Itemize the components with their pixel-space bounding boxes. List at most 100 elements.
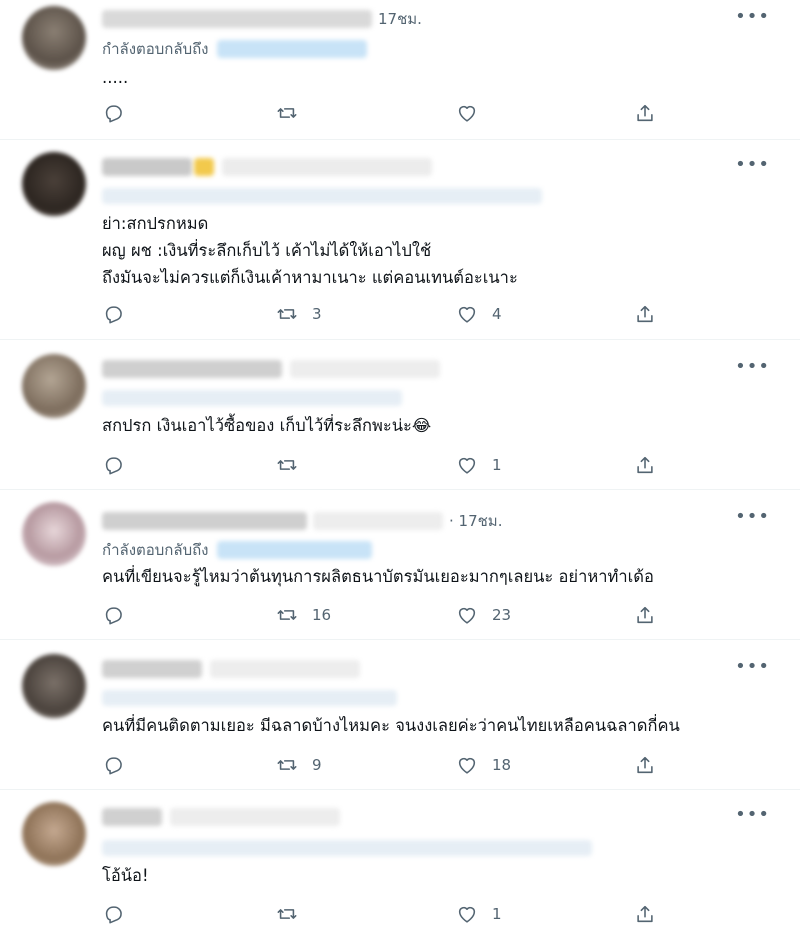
more-options-icon[interactable]: ••• <box>735 506 770 527</box>
share-button[interactable] <box>634 601 656 629</box>
mention-link-blurred[interactable] <box>216 541 372 559</box>
like-icon <box>458 457 476 474</box>
reply-button[interactable] <box>102 451 124 479</box>
mention-link-blurred[interactable] <box>216 40 367 58</box>
tweet-timestamp[interactable]: · 17ชม. <box>449 509 502 533</box>
share-button[interactable] <box>634 900 656 928</box>
author-name-blurred[interactable] <box>102 360 282 378</box>
avatar[interactable] <box>22 802 86 866</box>
author-name-blurred[interactable] <box>102 808 162 826</box>
like-icon <box>458 607 476 624</box>
retweet-count: 16 <box>312 606 332 624</box>
share-icon <box>637 104 653 122</box>
retweet-button[interactable] <box>276 99 298 127</box>
author-handle-blurred <box>313 512 443 530</box>
tweet-actions: 16 23 <box>102 601 662 629</box>
retweet-button[interactable]: 16 <box>276 601 331 629</box>
tweet-header <box>102 156 432 178</box>
replying-to: กำลังตอบกลับถึง <box>102 538 372 562</box>
retweet-icon <box>277 108 297 118</box>
more-options-icon[interactable]: ••• <box>735 656 770 677</box>
reply-button[interactable] <box>102 751 124 779</box>
reply-button[interactable] <box>102 300 124 328</box>
like-button[interactable]: 18 <box>456 751 511 779</box>
more-options-icon[interactable]: ••• <box>735 6 770 27</box>
more-options-icon[interactable]: ••• <box>735 154 770 175</box>
tweet-text: โอ้น้อ! <box>102 866 149 885</box>
tweet-actions: 1 <box>102 451 662 479</box>
more-options-icon[interactable]: ••• <box>735 356 770 377</box>
tweet-timestamp[interactable]: 17ชม. <box>378 7 422 31</box>
reply-context-blurred[interactable] <box>102 840 592 856</box>
like-count: 4 <box>492 305 502 323</box>
tweet-3[interactable]: ••• สกปรก เงินเอาไว้ซื้อของ เก็บไว้ที่ระ… <box>0 340 800 490</box>
reply-context-blurred[interactable] <box>102 690 397 706</box>
share-button[interactable] <box>634 751 656 779</box>
like-button[interactable]: 4 <box>456 300 502 328</box>
retweet-button[interactable]: 9 <box>276 751 322 779</box>
retweet-icon <box>277 909 297 919</box>
author-handle-blurred <box>222 158 432 176</box>
author-emoji-blurred <box>194 158 214 176</box>
reply-icon <box>105 105 122 123</box>
like-icon <box>458 105 476 122</box>
reply-icon <box>105 757 122 775</box>
avatar[interactable] <box>22 654 86 718</box>
retweet-button[interactable]: 3 <box>276 300 322 328</box>
tweet-actions: 1 <box>102 900 662 928</box>
reply-context-blurred[interactable] <box>102 188 542 204</box>
author-name-blurred[interactable] <box>102 660 202 678</box>
tweet-header <box>102 658 360 680</box>
like-button[interactable]: 1 <box>456 451 502 479</box>
share-button[interactable] <box>634 451 656 479</box>
tweet-text: คนที่เขียนจะรู้ไหมว่าต้นทุนการผลิตธนาบัต… <box>102 567 654 586</box>
replying-to: กำลังตอบกลับถึง <box>102 37 367 61</box>
tweet-5[interactable]: ••• คนที่มีคนติดตามเยอะ มีฉลาดบ้างไหมคะ … <box>0 640 800 790</box>
avatar[interactable] <box>22 502 86 566</box>
share-button[interactable] <box>634 99 656 127</box>
like-icon <box>458 757 476 774</box>
retweet-icon <box>277 760 297 770</box>
reply-button[interactable] <box>102 601 124 629</box>
reply-button[interactable] <box>102 99 124 127</box>
author-name-blurred[interactable] <box>102 10 372 28</box>
author-name-blurred[interactable] <box>102 512 307 530</box>
retweet-icon <box>277 610 297 620</box>
tweet-text: คนที่มีคนติดตามเยอะ มีฉลาดบ้างไหมคะ จนงง… <box>102 716 680 735</box>
avatar[interactable] <box>22 6 86 70</box>
like-button[interactable] <box>456 99 478 127</box>
tweet-1[interactable]: 17ชม. ••• กำลังตอบกลับถึง ..... <box>0 0 800 140</box>
reply-icon <box>105 457 122 475</box>
like-button[interactable]: 23 <box>456 601 511 629</box>
retweet-count: 3 <box>312 305 322 323</box>
tweet-header <box>102 806 340 828</box>
retweet-button[interactable] <box>276 451 298 479</box>
retweet-count: 9 <box>312 756 322 774</box>
tweet-2[interactable]: ••• ย่า:สกปรกหมด ผญ ผช :เงินที่ระลึกเก็บ… <box>0 140 800 340</box>
tweet-header: 17ชม. <box>102 8 422 30</box>
share-button[interactable] <box>634 300 656 328</box>
reply-button[interactable] <box>102 900 124 928</box>
like-icon <box>458 906 476 923</box>
tweet-4[interactable]: · 17ชม. ••• กำลังตอบกลับถึง คนที่เขียนจะ… <box>0 490 800 640</box>
share-icon <box>637 456 653 474</box>
avatar[interactable] <box>22 152 86 216</box>
tweet-6[interactable]: ••• โอ้น้อ! 1 <box>0 790 800 925</box>
like-count: 1 <box>492 456 502 474</box>
reply-icon <box>105 607 122 625</box>
tweet-header <box>102 358 440 380</box>
author-name-blurred[interactable] <box>102 158 192 176</box>
like-count: 23 <box>492 606 512 624</box>
avatar[interactable] <box>22 354 86 418</box>
share-icon <box>637 606 653 624</box>
retweet-button[interactable] <box>276 900 298 928</box>
reply-icon <box>105 906 122 924</box>
tweet-header: · 17ชม. <box>102 510 502 532</box>
tweet-actions: 3 4 <box>102 300 662 328</box>
like-button[interactable]: 1 <box>456 900 502 928</box>
reply-context-blurred[interactable] <box>102 390 402 406</box>
more-options-icon[interactable]: ••• <box>735 804 770 825</box>
tweet-actions: 9 18 <box>102 751 662 779</box>
like-icon <box>458 306 476 323</box>
author-handle-blurred <box>290 360 440 378</box>
